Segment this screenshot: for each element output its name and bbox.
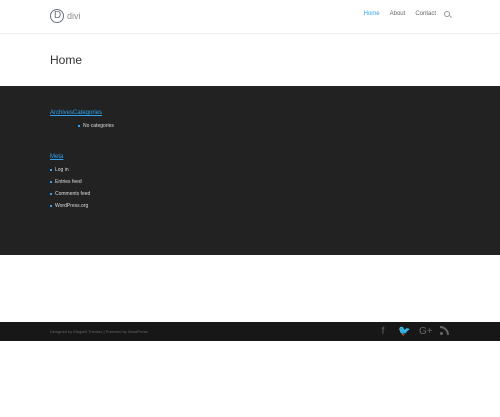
footer-bottom-bar: Designed by Elegant Themes | Powered by …	[0, 322, 500, 341]
meta-item-wordpress-org[interactable]: WordPress.org	[50, 203, 90, 209]
twitter-icon[interactable]: 🐦	[398, 326, 410, 338]
meta-item-comments-feed[interactable]: Comments feed	[50, 191, 90, 197]
meta-item-entries-feed[interactable]: Entries feed	[50, 179, 90, 185]
page-title: Home	[50, 53, 83, 67]
categories-list: No categories	[78, 123, 114, 135]
logo-text: divi	[67, 11, 81, 21]
search-icon[interactable]	[444, 11, 450, 17]
header-divider	[0, 33, 500, 34]
logo-mark: D	[50, 9, 64, 23]
site-footer: ArchivesCategories No categories Meta Lo…	[0, 86, 500, 341]
meta-list: Log in Entries feed Comments feed WordPr…	[50, 167, 90, 215]
rss-icon[interactable]	[440, 326, 450, 336]
nav-contact[interactable]: Contact	[415, 11, 436, 17]
footer-credits: Designed by Elegant Themes | Powered by …	[50, 329, 148, 334]
category-item[interactable]: No categories	[78, 123, 114, 129]
site-header: D divi Home About Contact	[0, 0, 500, 33]
site-logo[interactable]: D divi	[50, 7, 81, 25]
meta-title[interactable]: Meta	[50, 154, 63, 160]
main-nav: Home About Contact	[354, 11, 450, 17]
facebook-icon[interactable]: f	[377, 326, 389, 338]
social-icons: f 🐦 G+	[377, 326, 450, 338]
meta-item-login[interactable]: Log in	[50, 167, 90, 173]
google-plus-icon[interactable]: G+	[419, 326, 433, 338]
logo-letter: D	[54, 10, 62, 21]
nav-home[interactable]: Home	[364, 11, 380, 17]
nav-about[interactable]: About	[390, 11, 406, 17]
archives-categories-title[interactable]: ArchivesCategories	[50, 110, 102, 116]
